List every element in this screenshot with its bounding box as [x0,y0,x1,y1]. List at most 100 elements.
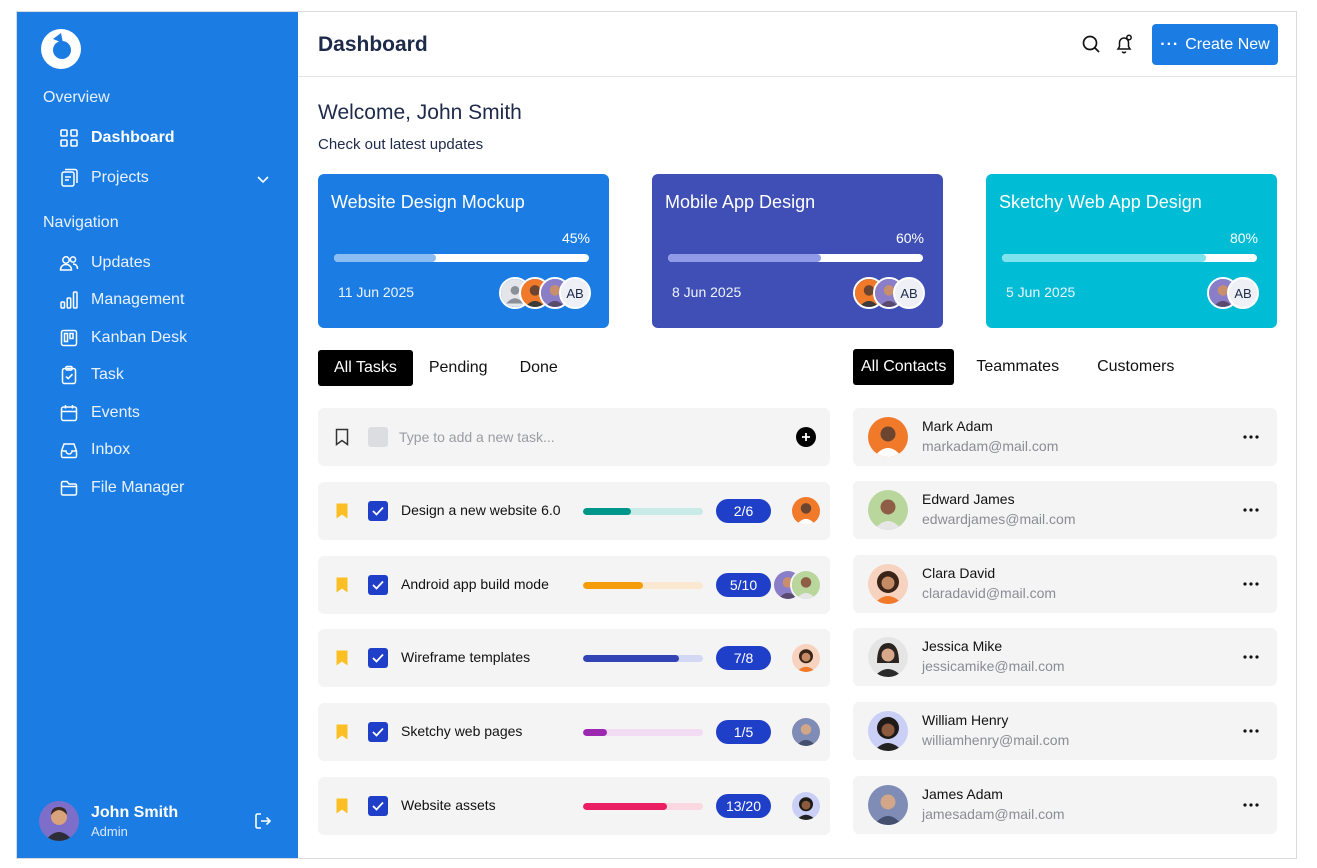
project-progress-bar [668,254,923,262]
task-checkbox[interactable] [368,575,388,595]
task-row[interactable]: Wireframe templates 7/8 [318,629,830,687]
top-header: Dashboard ··· Create New [298,12,1296,77]
tab-done[interactable]: Done [504,350,574,386]
contact-name: Clara David [922,565,996,581]
task-assignees [790,642,822,674]
tab-all-contacts[interactable]: All Contacts [853,349,955,385]
grid-icon [59,128,79,148]
task-row[interactable]: Android app build mode 5/10 [318,556,830,614]
project-progress-bar [1002,254,1257,262]
task-name: Design a new website 6.0 [401,502,561,518]
project-members: AB [1207,277,1259,309]
task-progress-fill [583,508,631,515]
search-icon[interactable] [1081,34,1101,54]
bar-chart-icon [59,290,79,310]
project-card[interactable]: Sketchy Web App Design 80% 5 Jun 2025 AB [986,174,1277,328]
new-task-checkbox[interactable] [368,427,388,447]
task-checkbox[interactable] [368,796,388,816]
bookmark-icon[interactable] [335,723,349,741]
bookmark-icon[interactable] [335,576,349,594]
task-row[interactable]: Sketchy web pages 1/5 [318,703,830,761]
task-row[interactable]: Design a new website 6.0 2/6 [318,482,830,540]
document-icon [59,168,79,188]
sidebar-item-projects[interactable]: Projects [59,166,149,190]
sidebar-item-label: File Manager [91,479,185,496]
task-name: Sketchy web pages [401,723,523,739]
avatar [790,569,822,601]
contact-row[interactable]: Clara David claradavid@mail.com [853,555,1277,613]
contact-name: Mark Adam [922,418,993,434]
tab-teammates[interactable]: Teammates [954,349,1081,385]
project-card[interactable]: Mobile App Design 60% 8 Jun 2025 AB [652,174,943,328]
add-task-button[interactable] [796,427,816,447]
sidebar-item-management[interactable]: Management [59,288,184,312]
user-role: Admin [91,823,128,839]
sidebar-item-dashboard[interactable]: Dashboard [59,126,175,150]
sidebar-item-updates[interactable]: Updates [59,251,151,275]
logout-icon[interactable] [253,811,273,831]
bookmark-icon[interactable] [335,797,349,815]
avatar [790,716,822,748]
sidebar-item-label: Events [91,404,140,421]
task-progress-bar [583,803,703,810]
project-progress-percent: 80% [1229,230,1258,246]
task-progress-bar [583,508,703,515]
sidebar-item-events[interactable]: Events [59,401,140,425]
avatar [868,417,908,457]
avatar [868,490,908,530]
create-new-button[interactable]: ··· Create New [1152,24,1278,65]
more-options-icon[interactable] [1241,427,1261,447]
contact-email: williamhenry@mail.com [922,732,1070,748]
avatar-initials: AB [559,277,591,309]
sidebar-item-label: Dashboard [91,129,175,146]
user-name: John Smith [91,803,179,821]
task-checkbox[interactable] [368,648,388,668]
tab-customers[interactable]: Customers [1081,349,1190,385]
task-progress-bar [583,729,703,736]
contact-row[interactable]: Jessica Mike jessicamike@mail.com [853,628,1277,686]
more-options-icon[interactable] [1241,574,1261,594]
task-checkbox[interactable] [368,501,388,521]
sidebar-item-label: Inbox [91,441,131,458]
more-options-icon[interactable] [1241,795,1261,815]
contact-row[interactable]: Edward James edwardjames@mail.com [853,481,1277,539]
navigation-section-title: Navigation [43,214,119,231]
contact-email: edwardjames@mail.com [922,511,1076,527]
project-members: AB [853,277,925,309]
bookmark-icon[interactable] [335,649,349,667]
more-options-icon[interactable] [1241,721,1261,741]
contact-row[interactable]: William Henry williamhenry@mail.com [853,702,1277,760]
chevron-down-icon[interactable] [255,171,271,187]
contact-row[interactable]: Mark Adam markadam@mail.com [853,408,1277,466]
tab-all-tasks[interactable]: All Tasks [318,350,413,386]
sidebar-item-kanban-desk[interactable]: Kanban Desk [59,326,187,350]
task-progress-fill [583,582,643,589]
sidebar-item-label: Kanban Desk [91,329,188,346]
task-progress-fill [583,803,667,810]
calendar-icon [59,403,79,423]
new-task-input[interactable] [399,425,779,449]
logo-icon[interactable] [41,29,81,69]
task-checkbox[interactable] [368,722,388,742]
more-options-icon[interactable] [1241,647,1261,667]
avatar [39,801,79,841]
task-count-badge: 5/10 [716,573,771,597]
bookmark-icon[interactable] [335,502,349,520]
contact-name: Jessica Mike [922,638,1003,654]
bookmark-outline-icon[interactable] [335,428,349,446]
sidebar-item-inbox[interactable]: Inbox [59,438,130,462]
contact-row[interactable]: James Adam jamesadam@mail.com [853,776,1277,834]
task-progress-fill [583,729,607,736]
bell-icon[interactable] [1114,34,1134,54]
project-card[interactable]: Website Design Mockup 45% 11 Jun 2025 AB [318,174,609,328]
sidebar-item-task[interactable]: Task [59,363,124,387]
user-profile[interactable]: John Smith Admin [39,801,178,841]
task-count-badge: 13/20 [716,794,771,818]
create-new-label: Create New [1185,35,1270,53]
sidebar-item-file-manager[interactable]: File Manager [59,476,184,500]
contact-email: markadam@mail.com [922,438,1059,454]
tab-pending[interactable]: Pending [413,350,504,386]
more-options-icon[interactable] [1241,500,1261,520]
task-assignees [790,790,822,822]
task-row[interactable]: Website assets 13/20 [318,777,830,835]
